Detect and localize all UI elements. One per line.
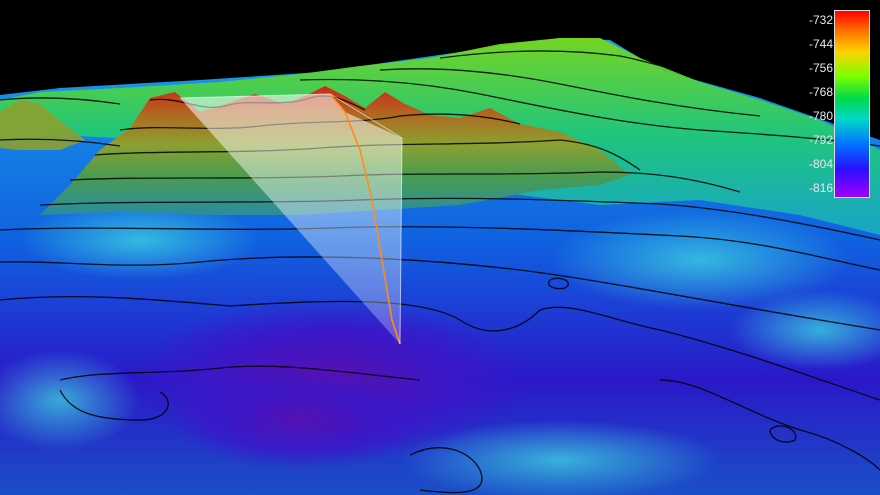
colorbar-label: -756 <box>808 61 833 75</box>
depth-colorbar: -732 -744 -756 -768 -780 -792 -804 -816 <box>806 10 870 198</box>
colorbar-label: -768 <box>808 85 833 99</box>
colorbar-label: -792 <box>808 133 833 147</box>
terrain-render[interactable] <box>0 0 880 495</box>
colorbar-ramp <box>834 10 870 198</box>
colorbar-label: -780 <box>808 109 833 123</box>
colorbar-label: -744 <box>808 37 833 51</box>
deep-depression <box>170 370 430 470</box>
colorbar-label: -732 <box>808 13 833 27</box>
colorbar-label: -804 <box>808 157 833 171</box>
terrain-viewport[interactable]: -732 -744 -756 -768 -780 -792 -804 -816 <box>0 0 880 495</box>
colorbar-label: -816 <box>808 181 833 195</box>
